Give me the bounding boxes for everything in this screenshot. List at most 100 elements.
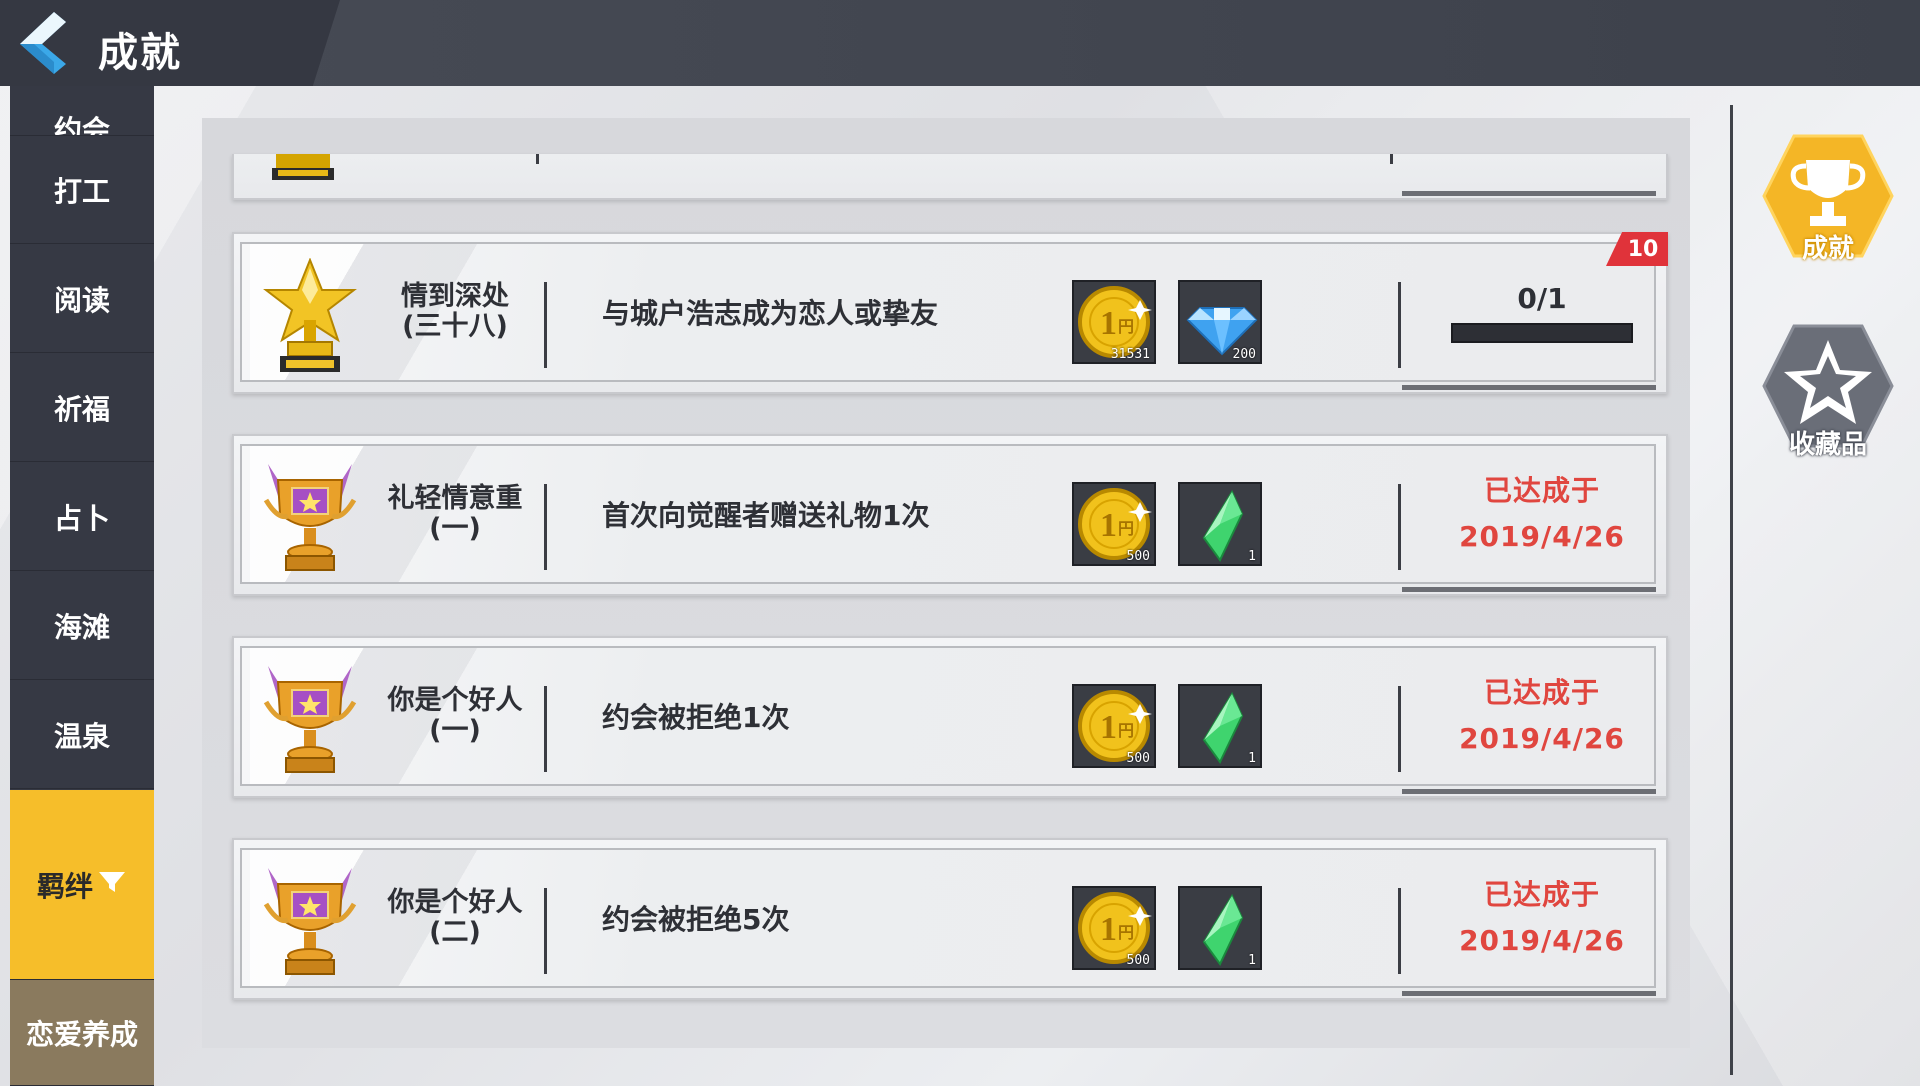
card-divider (544, 282, 547, 368)
reward-count: 1 (1248, 751, 1256, 766)
reward-slot[interactable]: 1 円 31531 (1072, 280, 1156, 364)
sidebar-item-reading[interactable]: 阅读 (10, 245, 154, 353)
svg-text:円: 円 (1118, 923, 1134, 942)
collection-tab-label: 收藏品 (1788, 430, 1867, 460)
achievement-card[interactable]: 你是个好人 (一) 约会被拒绝1次 1 円 500 1 已达成于 2019/4/… (232, 636, 1668, 798)
card-divider (1398, 484, 1401, 570)
svg-text:1: 1 (1100, 911, 1117, 948)
achievement-completed: 已达成于 2019/4/26 (1422, 648, 1662, 784)
sidebar-item-divination[interactable]: 占卜 (10, 463, 154, 571)
achievements-tab-button[interactable]: 成就 (1760, 130, 1896, 270)
sidebar-item-label: 恋爱养成 (25, 1017, 138, 1051)
sidebar-item-label: 占卜 (53, 501, 110, 535)
achievement-name-line2: (一) (429, 513, 481, 544)
achievement-name: 你是个好人 (二) (360, 850, 550, 986)
sidebar-item-label: 海滩 (53, 610, 110, 644)
sidebar-item-beach[interactable]: 海滩 (10, 572, 154, 680)
back-arrow-icon (20, 12, 66, 74)
back-button[interactable] (14, 8, 74, 78)
svg-text:円: 円 (1118, 317, 1134, 336)
sidebar-item-work[interactable]: 打工 (10, 136, 154, 244)
sidebar-item-dating[interactable]: 约会 (10, 86, 154, 136)
achievement-card-body: 礼轻情意重 (一) 首次向觉醒者赠送礼物1次 1 円 500 1 已达成于 20… (240, 444, 1656, 584)
funnel-icon (97, 868, 127, 901)
reward-slot[interactable]: 1 (1178, 886, 1262, 970)
reward-count: 200 (1232, 347, 1256, 362)
reward-slot[interactable]: 1 (1178, 684, 1262, 768)
sidebar-item-label: 祈福 (53, 392, 110, 426)
sidebar-item-hot-spring[interactable]: 温泉 (10, 681, 154, 789)
achievement-description: 首次向觉醒者赠送礼物1次 (602, 499, 930, 532)
reward-count: 500 (1126, 549, 1150, 564)
card-divider (1390, 154, 1393, 164)
sidebar-item-romance-training[interactable]: 恋爱养成 (10, 980, 154, 1086)
achievement-card-body: 你是个好人 (二) 约会被拒绝5次 1 円 500 1 已达成于 2019/4/… (240, 848, 1656, 988)
sidebar-item-label: 羁绊 (36, 869, 93, 903)
card-divider (536, 154, 539, 164)
svg-text:1: 1 (1100, 507, 1117, 544)
sidebar-item-label: 温泉 (53, 719, 110, 753)
card-divider (1398, 686, 1401, 772)
reward-slot[interactable]: 1 円 500 (1072, 684, 1156, 768)
reward-count: 1 (1248, 549, 1256, 564)
reward-slot[interactable]: 1 円 500 (1072, 886, 1156, 970)
achievement-card[interactable]: 情到深处 (三十八) 与城户浩志成为恋人或挚友 1 円 31531 200 0/… (232, 232, 1668, 394)
purple-gold-trophy-icon (263, 464, 357, 571)
progress-text: 0/1 (1517, 281, 1567, 315)
card-divider (1398, 888, 1401, 974)
gold-star-trophy-icon (263, 258, 357, 372)
achievement-name-line2: (三十八) (402, 311, 508, 342)
sidebar-item-label: 打工 (53, 174, 110, 208)
achievement-name-line1: 情到深处 (401, 281, 509, 312)
svg-text:円: 円 (1118, 519, 1134, 538)
sidebar-item-prayer[interactable]: 祈福 (10, 354, 154, 462)
achievement-name-line2: (二) (429, 917, 481, 948)
achievement-name: 礼轻情意重 (一) (360, 446, 550, 582)
completed-label: 已达成于 (1483, 474, 1600, 507)
reward-slot[interactable]: 1 (1178, 482, 1262, 566)
sidebar-item-bonds[interactable]: 羁绊 (10, 790, 154, 980)
reward-count: 500 (1126, 751, 1150, 766)
achievement-card[interactable]: 礼轻情意重 (一) 首次向觉醒者赠送礼物1次 1 円 500 1 已达成于 20… (232, 434, 1668, 596)
achievement-completed: 已达成于 2019/4/26 (1422, 446, 1662, 582)
achievement-card-body: 情到深处 (三十八) 与城户浩志成为恋人或挚友 1 円 31531 200 0/… (240, 242, 1656, 382)
completed-date: 2019/4/26 (1459, 722, 1625, 755)
reward-count: 1 (1248, 953, 1256, 968)
completed-label: 已达成于 (1483, 676, 1600, 709)
achievement-description: 与城户浩志成为恋人或挚友 (602, 297, 939, 330)
category-sidebar: 约会 打工 阅读 祈福 占卜 海滩 温泉 羁绊 恋爱养成 (10, 86, 154, 1086)
achievement-card[interactable]: 你是个好人 (二) 约会被拒绝5次 1 円 500 1 已达成于 2019/4/… (232, 838, 1668, 1000)
reward-count: 500 (1126, 953, 1150, 968)
sidebar-item-label: 约会 (53, 114, 110, 136)
card-divider (544, 686, 547, 772)
achievement-name-line1: 礼轻情意重 (387, 483, 523, 514)
reward-count: 31531 (1110, 347, 1150, 362)
reward-slot[interactable]: 1 円 500 (1072, 482, 1156, 566)
collection-tab-button[interactable]: 收藏品 (1760, 320, 1896, 460)
card-divider (1398, 282, 1401, 368)
sidebar-item-label: 阅读 (53, 283, 110, 317)
achievement-description: 约会被拒绝5次 (602, 903, 790, 936)
top-bar: 成就 (0, 0, 1920, 86)
achievements-tab-label: 成就 (1801, 234, 1854, 264)
completed-date: 2019/4/26 (1459, 924, 1625, 957)
purple-gold-trophy-icon (263, 666, 357, 773)
purple-gold-trophy-icon (263, 868, 357, 975)
achievement-card-partial (232, 154, 1668, 200)
achievement-description: 约会被拒绝1次 (602, 701, 790, 734)
svg-text:円: 円 (1118, 721, 1134, 740)
completed-date: 2019/4/26 (1459, 520, 1625, 553)
achievement-card-body: 你是个好人 (一) 约会被拒绝1次 1 円 500 1 已达成于 2019/4/… (240, 646, 1656, 786)
right-nav-divider (1730, 105, 1733, 1075)
achievement-name-line1: 你是个好人 (387, 685, 523, 716)
achievement-name-line1: 你是个好人 (387, 887, 523, 918)
achievement-name: 你是个好人 (一) (360, 648, 550, 784)
achievement-name: 情到深处 (三十八) (360, 244, 550, 380)
svg-text:1: 1 (1100, 305, 1117, 342)
achievement-completed: 已达成于 2019/4/26 (1422, 850, 1662, 986)
card-divider (544, 484, 547, 570)
svg-text:1: 1 (1100, 709, 1117, 746)
progress-bar (1451, 322, 1633, 343)
trophy-base-icon (272, 154, 334, 180)
reward-slot[interactable]: 200 (1178, 280, 1262, 364)
